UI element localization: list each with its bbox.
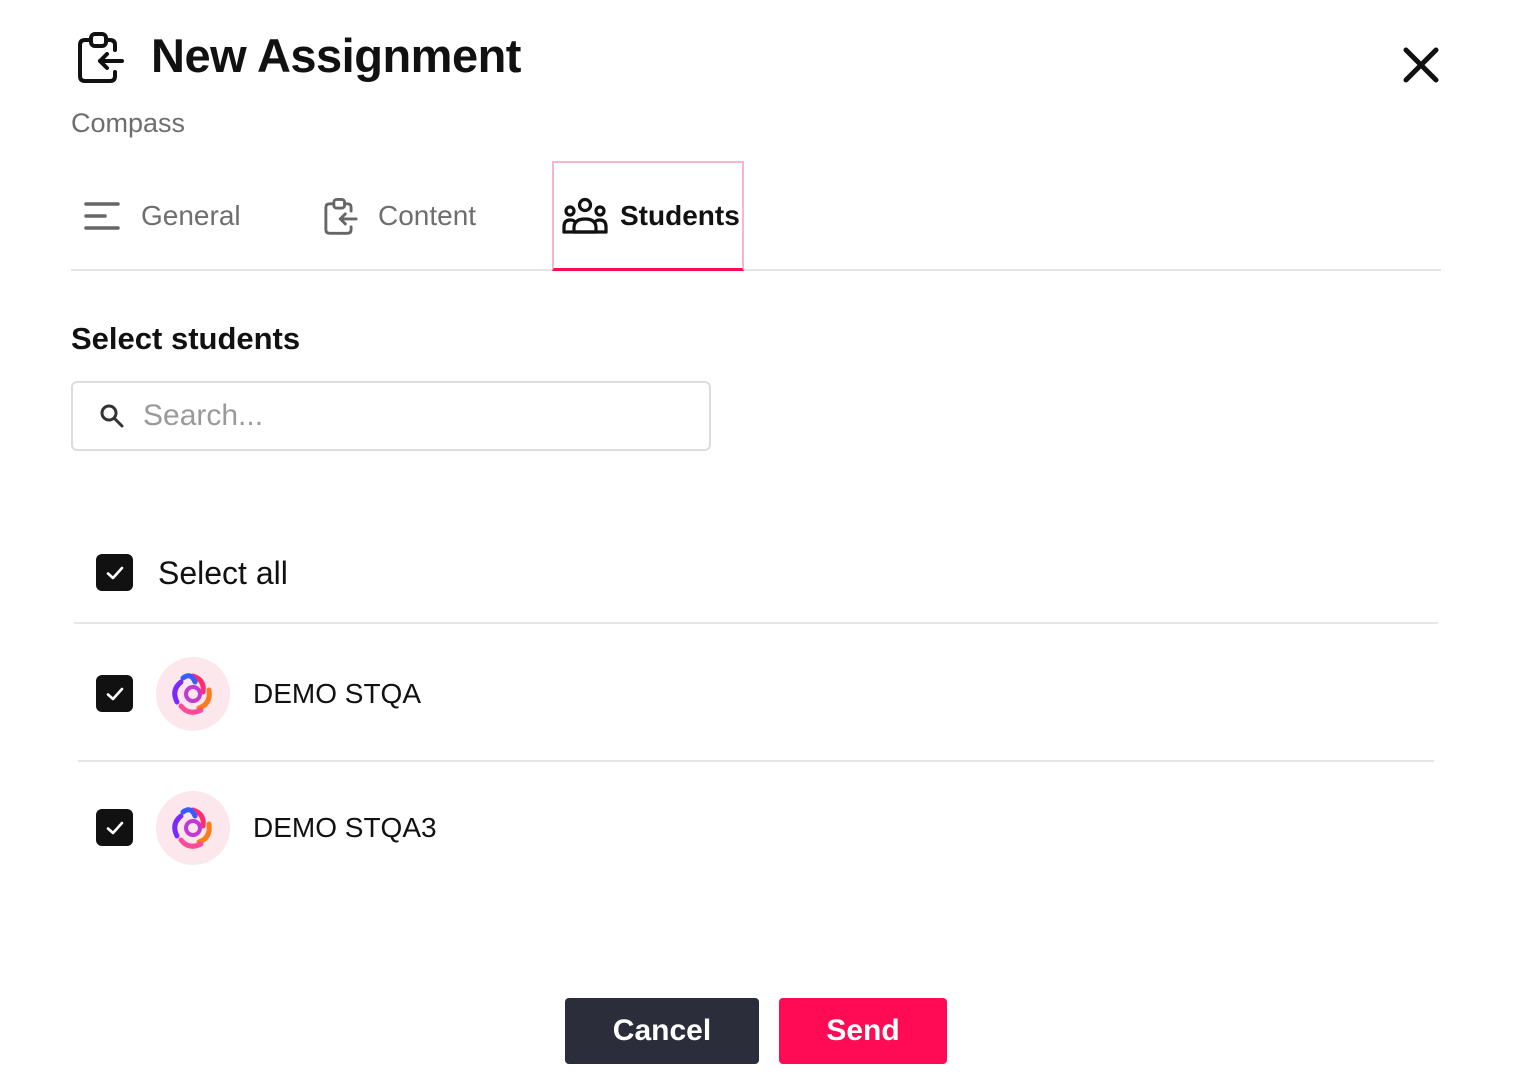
student-checkbox[interactable] [96, 675, 133, 712]
select-all-checkbox[interactable] [96, 554, 133, 591]
send-button[interactable]: Send [779, 998, 947, 1064]
student-checkbox[interactable] [96, 809, 133, 846]
search-box [71, 381, 711, 451]
search-icon [99, 403, 125, 429]
tab-general[interactable]: General [83, 161, 241, 271]
lines-icon [83, 200, 121, 232]
users-group-icon [562, 197, 608, 235]
select-all-label: Select all [158, 555, 288, 591]
clipboard-return-icon [76, 30, 126, 84]
avatar [156, 657, 230, 731]
page-subtitle: Compass [71, 108, 186, 138]
tab-students-label: Students [620, 199, 740, 231]
select-all-row: Select all [74, 524, 1438, 624]
tab-students[interactable]: Students [552, 161, 744, 271]
list-item: DEMO STQA3 [78, 776, 1434, 896]
tab-general-label: General [141, 200, 241, 231]
list-item: DEMO STQA [78, 642, 1434, 762]
tab-content[interactable]: Content [323, 161, 476, 271]
cancel-button[interactable]: Cancel [565, 998, 759, 1064]
swirl-logo-icon [172, 807, 212, 849]
checkmark-icon [106, 566, 123, 579]
swirl-logo-icon [172, 673, 212, 715]
checkmark-icon [106, 687, 123, 700]
page-title: New Assignment [151, 29, 521, 82]
close-icon[interactable] [1396, 40, 1446, 90]
section-title: Select students [71, 321, 301, 356]
student-name: DEMO STQA [253, 678, 422, 709]
clipboard-return-icon [323, 195, 359, 237]
student-name: DEMO STQA3 [253, 812, 437, 843]
avatar [156, 791, 230, 865]
checkmark-icon [106, 821, 123, 834]
tab-content-label: Content [378, 200, 477, 231]
tab-bar: General Content Students [71, 161, 1441, 271]
search-input[interactable] [143, 399, 663, 433]
